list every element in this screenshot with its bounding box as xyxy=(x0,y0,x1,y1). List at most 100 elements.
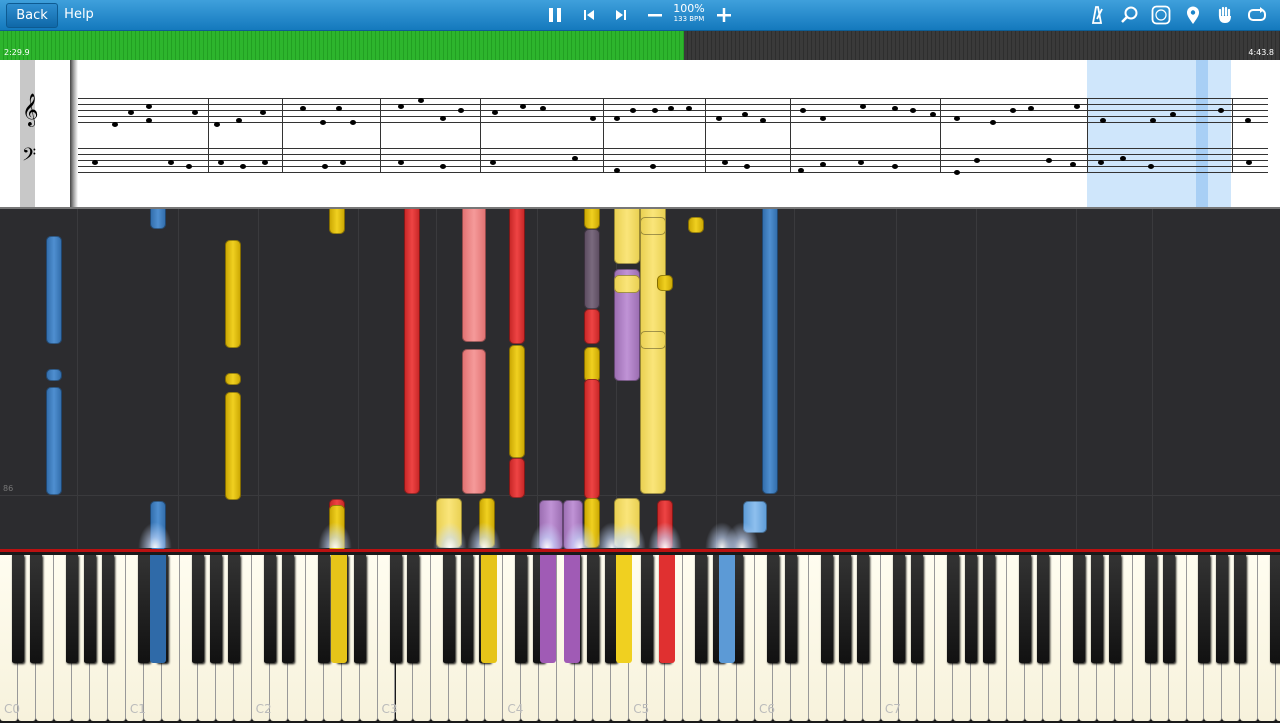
barline xyxy=(705,98,706,172)
black-key[interactable] xyxy=(11,555,24,663)
measure-line xyxy=(0,495,1280,496)
black-key[interactable] xyxy=(1234,555,1247,663)
black-key[interactable] xyxy=(443,555,456,663)
label-icon[interactable] xyxy=(1150,4,1172,26)
black-key[interactable] xyxy=(65,555,78,663)
staff-line xyxy=(78,172,1268,173)
hand-icon[interactable] xyxy=(1214,4,1236,26)
song-progress-bar[interactable]: 2:29.9 4:43.8 xyxy=(0,31,1280,60)
note-head xyxy=(260,110,266,115)
note-head xyxy=(1246,160,1252,165)
black-key[interactable] xyxy=(1036,555,1049,663)
black-key[interactable] xyxy=(101,555,114,663)
black-key[interactable] xyxy=(191,555,204,663)
note-head xyxy=(214,122,220,127)
black-key[interactable] xyxy=(1108,555,1121,663)
pressed-key-highlight xyxy=(540,555,556,663)
black-key[interactable] xyxy=(767,555,780,663)
note-head xyxy=(458,108,464,113)
black-key[interactable] xyxy=(83,555,96,663)
black-key[interactable] xyxy=(1144,555,1157,663)
current-time: 2:29.9 xyxy=(4,48,30,57)
black-key[interactable] xyxy=(856,555,869,663)
bpm-label: 133 BPM xyxy=(673,15,705,23)
note-head xyxy=(1120,156,1126,161)
sheet-music[interactable]: 𝄞 𝄢 xyxy=(0,60,1280,209)
plus-icon[interactable] xyxy=(713,4,735,26)
falling-note xyxy=(614,275,640,293)
note-head xyxy=(418,98,424,103)
black-key[interactable] xyxy=(892,555,905,663)
magnifier-icon[interactable] xyxy=(1119,4,1141,26)
key-hit-spark xyxy=(433,522,467,548)
black-key[interactable] xyxy=(1270,555,1280,663)
note-head xyxy=(892,106,898,111)
staff-line xyxy=(78,148,1268,149)
note-head xyxy=(1170,112,1176,117)
black-key[interactable] xyxy=(964,555,977,663)
note-head xyxy=(1245,118,1251,123)
black-key[interactable] xyxy=(982,555,995,663)
note-head xyxy=(930,112,936,117)
progress-fill xyxy=(0,31,684,60)
barline xyxy=(790,98,791,172)
pause-icon[interactable] xyxy=(544,4,566,26)
black-key[interactable] xyxy=(641,555,654,663)
location-pin-icon[interactable] xyxy=(1182,4,1204,26)
staff-line xyxy=(78,154,1268,155)
black-key[interactable] xyxy=(137,555,150,663)
back-button[interactable]: Back xyxy=(6,3,58,28)
black-key[interactable] xyxy=(263,555,276,663)
black-key[interactable] xyxy=(1018,555,1031,663)
falling-note xyxy=(46,369,62,381)
pressed-key-highlight xyxy=(150,555,166,663)
note-head xyxy=(186,164,192,169)
black-key[interactable] xyxy=(1216,555,1229,663)
black-key[interactable] xyxy=(910,555,923,663)
black-key[interactable] xyxy=(227,555,240,663)
help-button[interactable]: Help xyxy=(60,3,98,26)
black-key[interactable] xyxy=(407,555,420,663)
note-head xyxy=(398,104,404,109)
note-head xyxy=(146,118,152,123)
note-head xyxy=(440,116,446,121)
key-hit-spark xyxy=(530,522,564,548)
black-key[interactable] xyxy=(587,555,600,663)
black-key[interactable] xyxy=(820,555,833,663)
black-key[interactable] xyxy=(785,555,797,663)
note-head xyxy=(742,112,748,117)
black-key[interactable] xyxy=(1198,555,1211,663)
black-key[interactable] xyxy=(515,555,528,663)
grid-line xyxy=(178,209,179,549)
metronome-icon[interactable] xyxy=(1086,4,1108,26)
piano-keyboard[interactable]: C0 C1 C2 C3 C4 C5 C6 C7 xyxy=(0,549,1280,723)
note-head xyxy=(240,164,246,169)
black-key[interactable] xyxy=(317,555,330,663)
grid-line xyxy=(976,209,977,549)
note-head xyxy=(614,168,620,173)
note-head xyxy=(760,118,766,123)
black-key[interactable] xyxy=(946,555,959,663)
black-key[interactable] xyxy=(1162,555,1175,663)
black-key[interactable] xyxy=(281,555,294,663)
black-key[interactable] xyxy=(389,555,402,663)
note-head xyxy=(590,116,596,121)
black-key[interactable] xyxy=(209,555,222,663)
note-head xyxy=(320,120,326,125)
skip-back-icon[interactable] xyxy=(578,4,600,26)
skip-forward-icon[interactable] xyxy=(610,4,632,26)
grid-line xyxy=(258,209,259,549)
note-head xyxy=(686,106,692,111)
black-key[interactable] xyxy=(1090,555,1103,663)
black-key[interactable] xyxy=(29,555,42,663)
key-hit-spark xyxy=(318,522,352,548)
minus-icon[interactable] xyxy=(644,4,666,26)
staff-line xyxy=(78,166,1268,167)
black-key[interactable] xyxy=(695,555,708,663)
black-key[interactable] xyxy=(353,555,366,663)
loop-icon[interactable] xyxy=(1246,4,1268,26)
black-key[interactable] xyxy=(1072,555,1085,663)
black-key[interactable] xyxy=(461,555,474,663)
note-head xyxy=(492,110,498,115)
black-key[interactable] xyxy=(838,555,851,663)
